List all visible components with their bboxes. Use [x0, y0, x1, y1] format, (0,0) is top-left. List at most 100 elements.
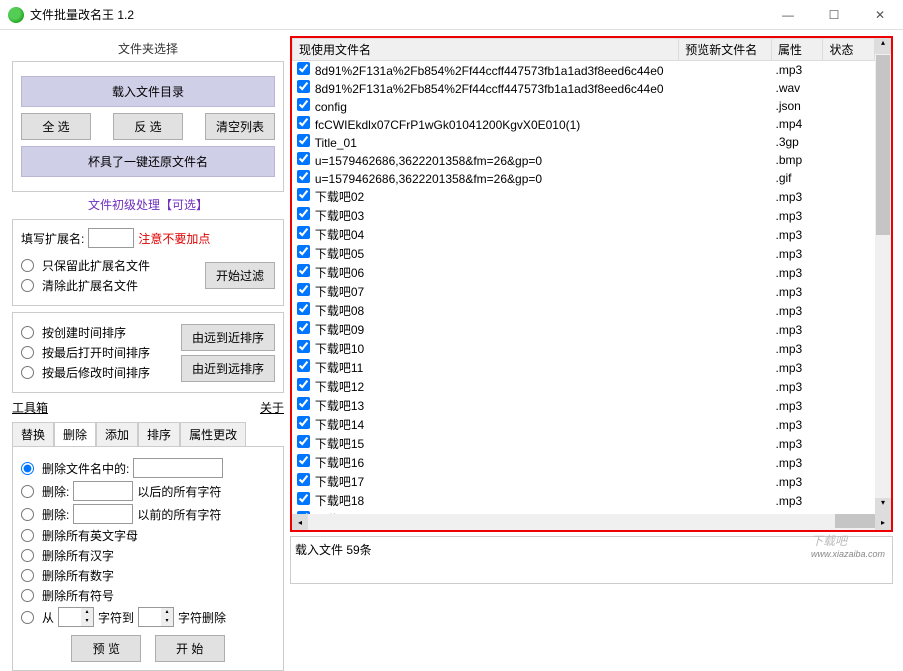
- table-row[interactable]: 下载吧14.mp3: [293, 415, 875, 434]
- row-checkbox[interactable]: [297, 378, 310, 391]
- select-all-button[interactable]: 全 选: [21, 113, 91, 140]
- del-in-name-input[interactable]: [133, 458, 223, 478]
- col-current[interactable]: 现使用文件名: [293, 39, 679, 61]
- file-ext: .3gp: [771, 133, 822, 151]
- row-checkbox[interactable]: [297, 207, 310, 220]
- range-to-stepper[interactable]: ▴▾: [138, 607, 174, 627]
- horizontal-scrollbar[interactable]: ◂▸: [292, 514, 891, 530]
- file-ext: .mp3: [771, 339, 822, 358]
- table-row[interactable]: 下载吧13.mp3: [293, 396, 875, 415]
- col-preview[interactable]: 预览新文件名: [679, 39, 772, 61]
- table-row[interactable]: u=1579462686,3622201358&fm=26&gp=0.gif: [293, 169, 875, 187]
- ext-warning: 注意不要加点: [138, 230, 210, 247]
- sort-created-radio[interactable]: [21, 326, 34, 339]
- del-before-radio[interactable]: [21, 508, 34, 521]
- col-attr[interactable]: 属性: [771, 39, 822, 61]
- table-row[interactable]: Title_01.3gp: [293, 133, 875, 151]
- table-row[interactable]: 下载吧18.mp3: [293, 491, 875, 510]
- sort-modified-radio[interactable]: [21, 366, 34, 379]
- row-checkbox[interactable]: [297, 492, 310, 505]
- del-in-name-radio[interactable]: [21, 462, 34, 475]
- row-checkbox[interactable]: [297, 473, 310, 486]
- row-checkbox[interactable]: [297, 321, 310, 334]
- range-from-stepper[interactable]: ▴▾: [58, 607, 94, 627]
- file-ext: .mp3: [771, 301, 822, 320]
- table-row[interactable]: 下载吧05.mp3: [293, 244, 875, 263]
- del-hanzi-radio[interactable]: [21, 549, 34, 562]
- row-checkbox[interactable]: [297, 245, 310, 258]
- load-dir-button[interactable]: 载入文件目录: [21, 76, 275, 107]
- tab-add[interactable]: 添加: [96, 422, 138, 446]
- del-after-radio[interactable]: [21, 485, 34, 498]
- row-checkbox[interactable]: [297, 264, 310, 277]
- minimize-button[interactable]: —: [765, 0, 811, 30]
- del-letters-radio[interactable]: [21, 529, 34, 542]
- table-row[interactable]: config.json: [293, 97, 875, 115]
- table-row[interactable]: 下载吧10.mp3: [293, 339, 875, 358]
- keep-ext-radio[interactable]: [21, 259, 34, 272]
- row-checkbox[interactable]: [297, 283, 310, 296]
- table-row[interactable]: 下载吧02.mp3: [293, 187, 875, 206]
- sort-far-near-button[interactable]: 由远到近排序: [181, 324, 275, 351]
- restore-button[interactable]: 杯具了一键还原文件名: [21, 146, 275, 177]
- row-checkbox[interactable]: [297, 435, 310, 448]
- close-button[interactable]: ✕: [857, 0, 903, 30]
- row-checkbox[interactable]: [297, 226, 310, 239]
- vertical-scrollbar[interactable]: ▴▾: [875, 38, 891, 514]
- row-checkbox[interactable]: [297, 80, 310, 93]
- table-row[interactable]: 下载吧03.mp3: [293, 206, 875, 225]
- del-after-input[interactable]: [73, 481, 133, 501]
- table-row[interactable]: 8d91%2F131a%2Fb854%2Ff44ccff447573fb1a1a…: [293, 79, 875, 97]
- col-status[interactable]: 状态: [823, 39, 875, 61]
- row-checkbox[interactable]: [297, 397, 310, 410]
- table-row[interactable]: 下载吧17.mp3: [293, 472, 875, 491]
- row-checkbox[interactable]: [297, 340, 310, 353]
- table-row[interactable]: fcCWIEkdlx07CFrP1wGk01041200KgvX0E010(1)…: [293, 115, 875, 133]
- table-row[interactable]: 下载吧09.mp3: [293, 320, 875, 339]
- del-range-radio[interactable]: [21, 611, 34, 624]
- sort-opened-radio[interactable]: [21, 346, 34, 359]
- row-checkbox[interactable]: [297, 170, 310, 183]
- tab-replace[interactable]: 替换: [12, 422, 54, 446]
- file-ext: .wav: [771, 79, 822, 97]
- table-row[interactable]: 8d91%2F131a%2Fb854%2Ff44ccff447573fb1a1a…: [293, 61, 875, 80]
- del-ext-radio[interactable]: [21, 279, 34, 292]
- invert-button[interactable]: 反 选: [113, 113, 183, 140]
- del-digits-radio[interactable]: [21, 569, 34, 582]
- about-link[interactable]: 关于: [260, 399, 284, 416]
- row-checkbox[interactable]: [297, 188, 310, 201]
- tab-sort[interactable]: 排序: [138, 422, 180, 446]
- start-filter-button[interactable]: 开始过滤: [205, 262, 275, 289]
- table-row[interactable]: 下载吧07.mp3: [293, 282, 875, 301]
- table-row[interactable]: 下载吧08.mp3: [293, 301, 875, 320]
- clear-list-button[interactable]: 清空列表: [205, 113, 275, 140]
- preview-button[interactable]: 预 览: [71, 635, 141, 662]
- table-row[interactable]: 下载吧04.mp3: [293, 225, 875, 244]
- row-checkbox[interactable]: [297, 359, 310, 372]
- file-name: 下载吧12: [315, 380, 364, 394]
- row-checkbox[interactable]: [297, 302, 310, 315]
- maximize-button[interactable]: ☐: [811, 0, 857, 30]
- table-row[interactable]: 下载吧12.mp3: [293, 377, 875, 396]
- ext-input[interactable]: [88, 228, 134, 248]
- table-row[interactable]: 下载吧15.mp3: [293, 434, 875, 453]
- row-checkbox[interactable]: [297, 152, 310, 165]
- del-before-input[interactable]: [73, 504, 133, 524]
- row-checkbox[interactable]: [297, 116, 310, 129]
- table-row[interactable]: u=1579462686,3622201358&fm=26&gp=0.bmp: [293, 151, 875, 169]
- row-checkbox[interactable]: [297, 454, 310, 467]
- sort-near-far-button[interactable]: 由近到远排序: [181, 355, 275, 382]
- row-checkbox[interactable]: [297, 416, 310, 429]
- row-checkbox[interactable]: [297, 62, 310, 75]
- tab-attr[interactable]: 属性更改: [180, 422, 246, 446]
- start-button[interactable]: 开 始: [155, 635, 225, 662]
- table-row[interactable]: 下载吧06.mp3: [293, 263, 875, 282]
- row-checkbox[interactable]: [297, 98, 310, 111]
- toolbox-link[interactable]: 工具箱: [12, 399, 48, 416]
- table-row[interactable]: 下载吧16.mp3: [293, 453, 875, 472]
- tab-delete[interactable]: 删除: [54, 422, 96, 446]
- file-ext: .gif: [771, 169, 822, 187]
- row-checkbox[interactable]: [297, 134, 310, 147]
- table-row[interactable]: 下载吧11.mp3: [293, 358, 875, 377]
- file-name: 下载吧16: [315, 456, 364, 470]
